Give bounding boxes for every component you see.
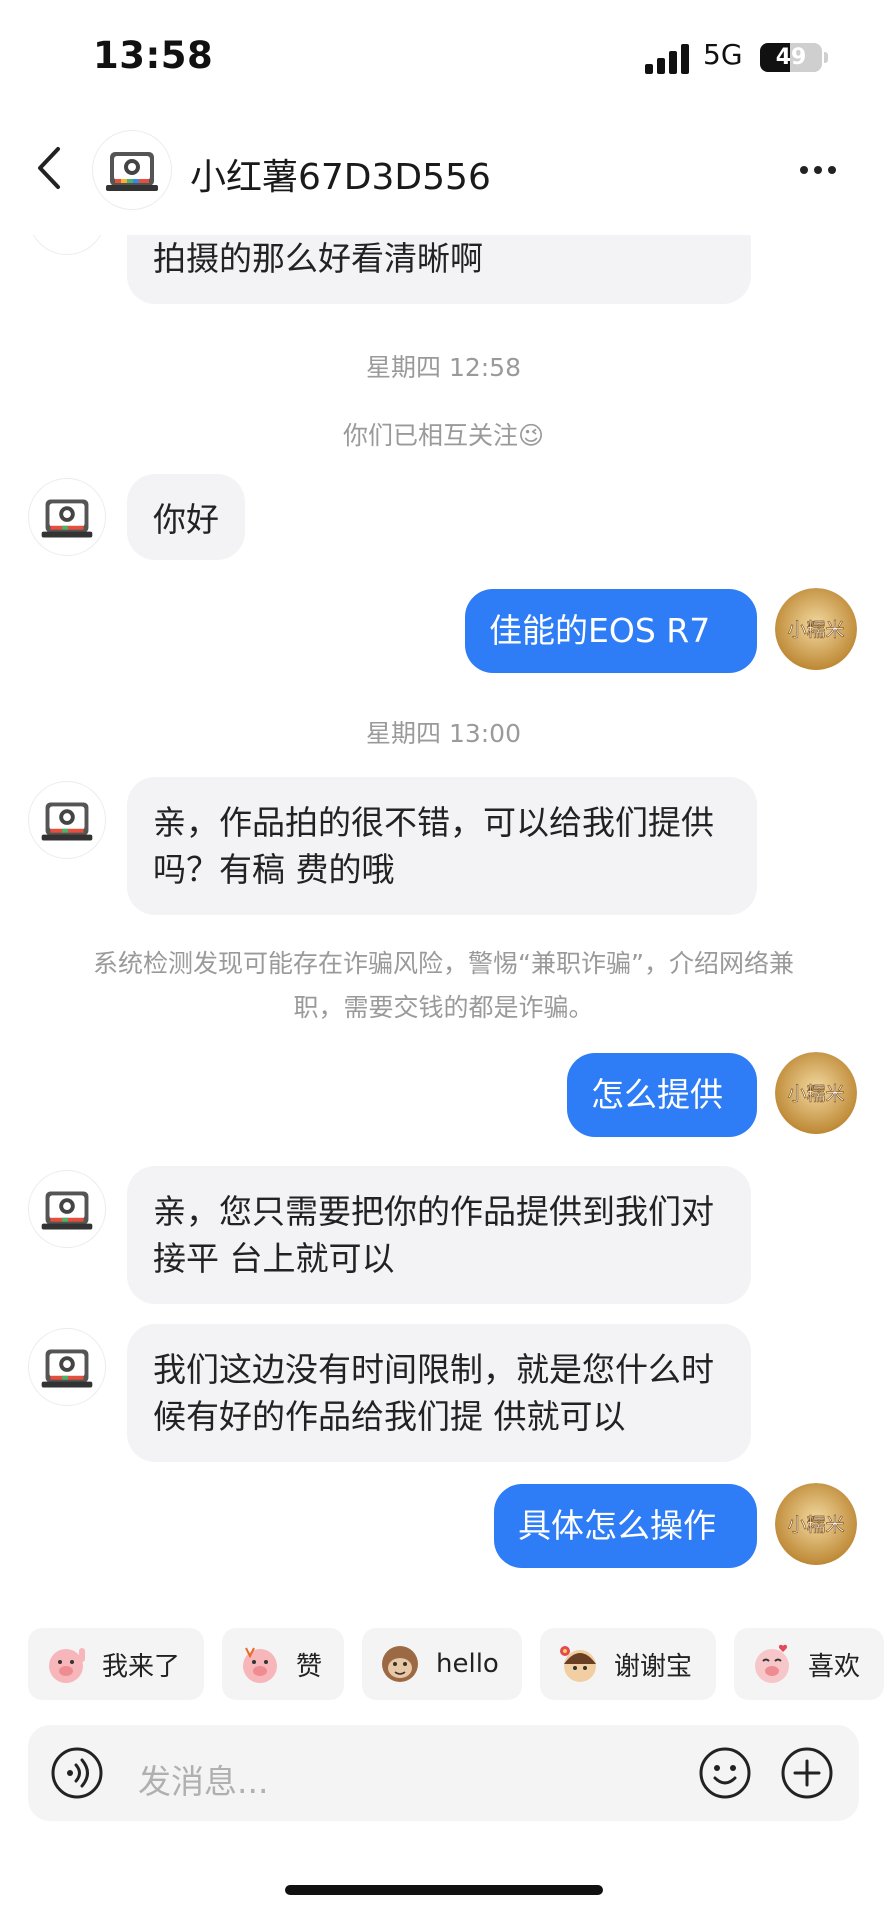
message-bubble-outgoing[interactable]: 佳能的EOS R7 — [465, 589, 757, 673]
contact-avatar-small[interactable] — [28, 478, 106, 556]
my-avatar[interactable]: 小糯米 — [775, 1483, 857, 1565]
camera-avatar-icon — [41, 499, 93, 538]
contact-avatar-small[interactable] — [28, 1170, 106, 1248]
chevron-left-icon[interactable] — [32, 145, 68, 191]
quick-reply-label: 赞 — [296, 1651, 323, 1682]
rice-avatar-icon: 小糯米 — [775, 1052, 857, 1134]
quick-reply-label: 我来了 — [102, 1651, 181, 1682]
camera-avatar-icon — [41, 1191, 93, 1230]
message-bubble-incoming[interactable]: 你好 — [127, 474, 245, 560]
my-avatar-label: 小糯米 — [787, 1083, 844, 1105]
message-bubble-incoming[interactable]: 亲，作品拍的很不错，可以给我们提供吗？有稿 费的哦 — [127, 777, 757, 915]
status-time: 13:58 — [93, 34, 214, 77]
pig-thumbs-up-icon — [243, 1647, 277, 1683]
message-bubble-incoming[interactable]: 拍摄的那么好看清晰啊 — [127, 235, 751, 304]
fraud-warning: 系统检测发现可能存在诈骗风险，警惕“兼职诈骗”，介绍网络兼职，需要交钱的都是诈骗… — [93, 949, 794, 1022]
pig-love-icon — [755, 1644, 789, 1683]
emoji-icon[interactable] — [698, 1746, 752, 1800]
quick-reply-chip[interactable]: hello — [362, 1628, 522, 1700]
camera-avatar-icon — [41, 802, 93, 841]
message-input-bar: 发消息... — [28, 1725, 859, 1821]
more-icon[interactable] — [798, 164, 838, 176]
camera-avatar-icon — [106, 152, 158, 191]
my-avatar[interactable]: 小糯米 — [775, 1052, 857, 1134]
my-avatar-label: 小糯米 — [787, 619, 844, 641]
contact-avatar-small[interactable] — [28, 781, 106, 859]
rice-avatar-icon: 小糯米 — [775, 1483, 857, 1565]
quick-reply-chip[interactable]: 我来了 — [28, 1628, 204, 1700]
camera-avatar-icon — [41, 1349, 93, 1388]
quick-reply-chip[interactable]: 喜欢 — [734, 1628, 884, 1700]
timestamp: 星期四 12:58 — [366, 353, 521, 382]
flower-girl-icon — [560, 1646, 596, 1682]
message-input[interactable]: 发消息... — [138, 1755, 268, 1803]
quick-reply-chip[interactable]: 谢谢宝 — [540, 1628, 716, 1700]
monkey-hello-icon — [382, 1646, 418, 1682]
voice-icon[interactable] — [50, 1746, 104, 1800]
follow-notice: 你们已相互关注😉 — [342, 421, 545, 450]
message-bubble-outgoing[interactable]: 具体怎么操作 — [494, 1484, 757, 1568]
quick-reply-label: hello — [436, 1649, 499, 1679]
timestamp: 星期四 13:00 — [366, 719, 521, 748]
network-type: 5G — [703, 38, 743, 71]
contact-avatar-small[interactable] — [28, 235, 106, 255]
message-bubble-incoming[interactable]: 我们这边没有时间限制，就是您什么时候有好的作品给我们提 供就可以 — [127, 1324, 751, 1462]
plus-icon[interactable] — [780, 1746, 834, 1800]
battery-icon: 49 — [760, 43, 822, 72]
quick-reply-label: 喜欢 — [808, 1651, 861, 1682]
rice-avatar-icon: 小糯米 — [775, 588, 857, 670]
chat-title: 小红薯67D3D556 — [190, 157, 491, 198]
my-avatar-label: 小糯米 — [787, 1514, 844, 1536]
home-indicator[interactable] — [285, 1885, 603, 1895]
battery-percent: 49 — [775, 45, 807, 70]
battery-tip — [824, 52, 828, 63]
pig-wave-icon — [49, 1648, 85, 1683]
message-bubble-outgoing[interactable]: 怎么提供 — [567, 1053, 757, 1137]
quick-reply-label: 谢谢宝 — [614, 1651, 693, 1682]
message-bubble-incoming[interactable]: 亲，您只需要把你的作品提供到我们对接平 台上就可以 — [127, 1166, 751, 1304]
partial-message-clip: 拍摄的那么好看清晰啊 — [0, 235, 887, 305]
signal-icon — [645, 44, 689, 74]
contact-avatar[interactable] — [92, 130, 172, 210]
quick-reply-chip[interactable]: 赞 — [222, 1628, 344, 1700]
contact-avatar-small[interactable] — [28, 1328, 106, 1406]
my-avatar[interactable]: 小糯米 — [775, 588, 857, 670]
